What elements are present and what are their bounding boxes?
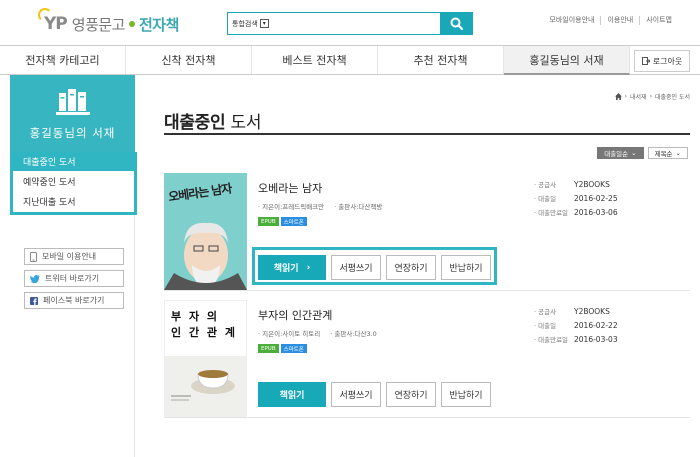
sort-by-loan-date[interactable]: 대출일순 ⌄ [597,147,644,159]
format-badges: EPUB 스마트폰 [258,344,307,353]
twitter-link[interactable]: 트위터 바로가기 [24,270,124,287]
epub-badge: EPUB [258,344,279,353]
smartphone-badge: 스마트폰 [280,217,307,226]
util-sitemap[interactable]: 사이트맵 [640,16,678,25]
sidebar-links: 모바일 이용안내 트위터 바로가기 페이스북 바로가기 [24,248,124,314]
sun-icon [38,8,52,22]
book-actions: 책읽기 › 서평쓰기 연장하기 반납하기 [252,247,497,285]
book-cover[interactable]: 부 자 의 인 간 관 계 [164,300,247,417]
book-title[interactable]: 오베라는 남자 [258,180,322,196]
review-button[interactable]: 서평쓰기 [331,255,381,280]
book-author: 지은이:프레드릭배크만 [258,201,324,211]
book-meta: 지은이:사이토 히토리 출판사:다산3.0 [258,328,377,338]
util-mobile-guide[interactable]: 모바일이용안내 [543,16,602,25]
smartphone-badge: 스마트폰 [280,344,307,353]
teacup-illustration [165,356,246,416]
twitter-icon [30,274,40,283]
cover-title-line2: 인 간 관 계 [171,326,237,339]
loan-info: 공급사Y2BOOKS 대출일2016-02-22 대출만료일2016-03-03 [534,304,618,346]
page-title: 대출중인 도서 [164,113,262,133]
loan-date-value: 2016-02-22 [574,320,618,330]
book-actions: 책읽기 서평쓰기 연장하기 반납하기 [252,374,497,412]
main-nav: 전자책 카테고리 신착 전자책 베스트 전자책 추천 전자책 홍길동님의 서재 … [0,45,700,75]
loan-date-value: 2016-02-25 [574,193,618,203]
due-date-value: 2016-03-03 [574,334,618,344]
breadcrumb: › 내서재 › 대출중인 도서 [614,92,690,101]
return-button[interactable]: 반납하기 [441,382,491,407]
sidebar-item-borrowed[interactable]: 대출중인 도서 [13,152,134,171]
utility-links: 모바일이용안내 이용안내 사이트맵 [543,16,678,25]
supplier-value: Y2BOOKS [574,306,610,316]
nav-my-library[interactable]: 홍길동님의 서재 [504,46,630,75]
logo-ebook: 전자책 [138,15,179,34]
loan-info: 공급사Y2BOOKS 대출일2016-02-25 대출만료일2016-03-06 [534,177,618,219]
breadcrumb-item[interactable]: 내서재 [630,92,647,101]
supplier-value: Y2BOOKS [574,179,610,189]
search-icon [450,17,463,30]
breadcrumb-item: 대출중인 도서 [654,94,690,101]
logout-button[interactable]: 로그아웃 [634,50,690,72]
return-button[interactable]: 반납하기 [441,255,491,280]
search-input[interactable] [278,13,440,34]
cover-title-line1: 부 자 의 [171,310,220,323]
dot-icon [128,21,135,27]
nav-category[interactable]: 전자책 카테고리 [0,46,126,74]
search-bar: 통합검색 ▾ [227,12,473,35]
mobile-guide-link[interactable]: 모바일 이용안내 [24,248,124,265]
read-button[interactable]: 책읽기 [258,382,326,407]
sort-by-title[interactable]: 제목순 ⌄ [647,147,688,159]
sidebar-item-reserved[interactable]: 예약중인 도서 [13,171,134,191]
bookshelf-icon [55,89,90,115]
util-guide[interactable]: 이용안내 [601,16,641,25]
book-publisher: 출판사:다산책방 [334,201,382,211]
review-button[interactable]: 서평쓰기 [331,382,381,407]
chevron-down-icon: ⌄ [631,149,637,157]
sidebar-item-past[interactable]: 지난대출 도서 [13,191,134,211]
extend-button[interactable]: 연장하기 [386,255,436,280]
chevron-right-icon: › [306,262,311,273]
nav-recommend[interactable]: 추천 전자책 [378,46,504,74]
search-button[interactable] [440,12,473,35]
format-badges: EPUB 스마트폰 [258,217,307,226]
facebook-icon [30,296,38,305]
logout-icon [641,57,650,65]
sidebar-header: 홍길동님의 서재 [10,75,135,152]
site-logo[interactable]: YP 영풍문고 전자책 [38,8,179,38]
logo-name: 영풍문고 [71,15,126,34]
sidebar: 홍길동님의 서재 대출중인 도서 예약중인 도서 지난대출 도서 모바일 이용안… [10,75,137,457]
book-meta: 지은이:프레드릭배크만 출판사:다산책방 [258,201,382,211]
mobile-icon [30,251,37,262]
book-author: 지은이:사이토 히토리 [258,328,320,338]
epub-badge: EPUB [258,217,279,226]
book-publisher: 출판사:다산3.0 [330,328,376,338]
nav-new[interactable]: 신착 전자책 [126,46,252,74]
home-icon [614,93,622,100]
facebook-link[interactable]: 페이스북 바로가기 [24,292,124,309]
read-button[interactable]: 책읽기 › [258,255,326,280]
sidebar-menu: 대출중인 도서 예약중인 도서 지난대출 도서 [10,152,137,215]
header: YP 영풍문고 전자책 통합검색 ▾ 모바일이용안내 이용안내 사이트맵 [0,0,700,44]
nav-best[interactable]: 베스트 전자책 [252,46,378,74]
book-item: 부 자 의 인 간 관 계 부자의 인간관계 지은이:사이토 히토리 출판사:다… [164,300,690,418]
chevron-down-icon: ▾ [259,19,269,28]
title-divider [164,133,690,135]
book-title[interactable]: 부자의 인간관계 [258,307,332,323]
sort-options: 대출일순 ⌄ 제목순 ⌄ [597,147,688,159]
book-item: 오베라는 남자 오베라는 남자 지은이:프레드릭배크만 출판사:다산책방 EPU… [164,173,690,291]
extend-button[interactable]: 연장하기 [386,382,436,407]
search-scope-select[interactable]: 통합검색 ▾ [228,13,278,34]
due-date-value: 2016-03-06 [574,207,618,217]
sidebar-title: 홍길동님의 서재 [29,126,116,140]
book-cover[interactable]: 오베라는 남자 [164,173,247,290]
chevron-down-icon: ⌄ [675,149,681,157]
